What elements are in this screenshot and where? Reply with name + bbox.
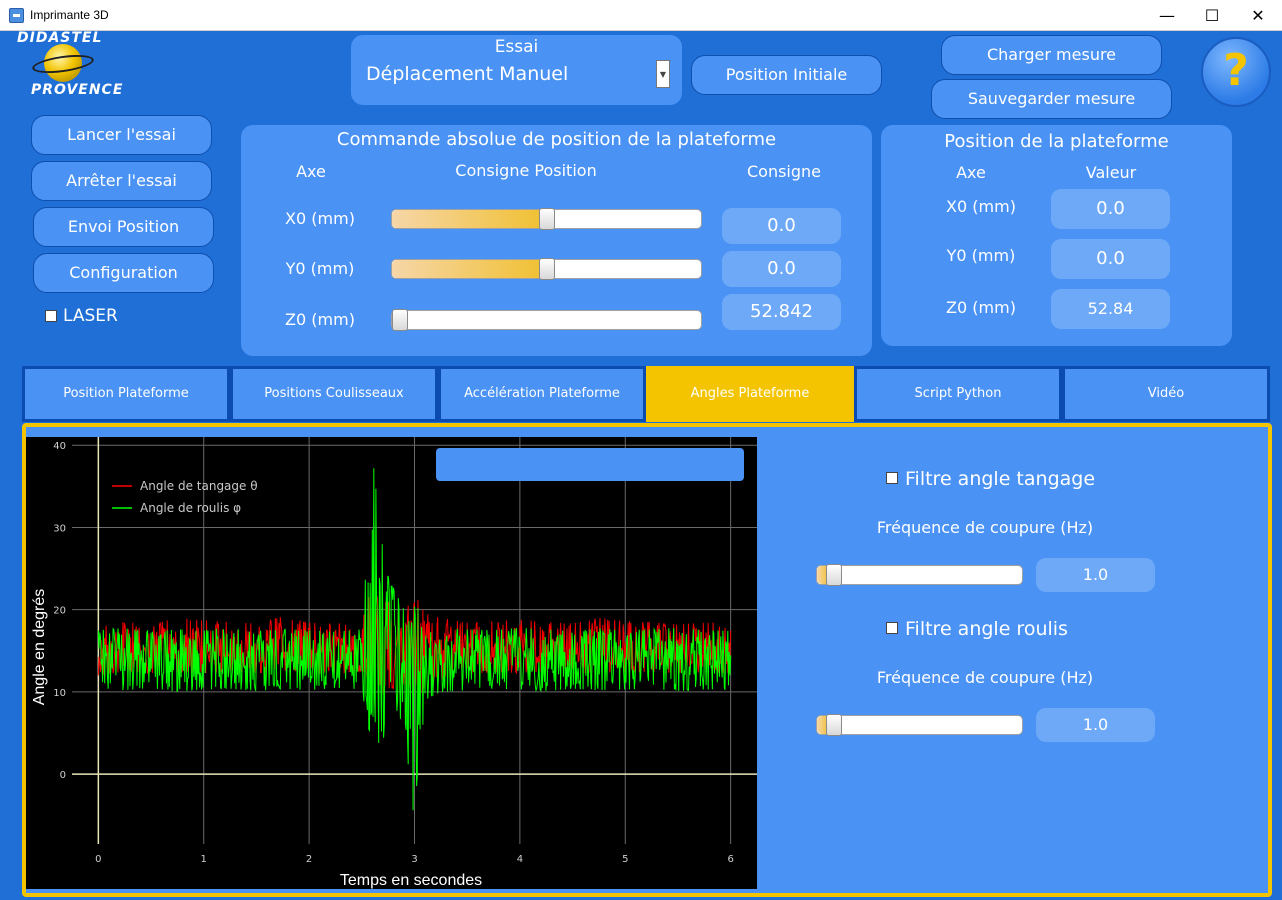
essai-select-value[interactable]: Déplacement Manuel [366,63,568,85]
commande-col-axe: Axe [296,162,326,181]
angles-chart-svg: 0 1 2 3 4 5 6 0 10 20 30 40 Angle de tangage θ Angle … [31,437,757,889]
tangage-frequence-label: Fréquence de coupure (Hz) [876,518,1094,537]
y-tick-label: 30 [53,523,66,534]
x-tick-label: 2 [306,854,312,865]
tangage-slider-handle[interactable] [826,564,842,586]
roulis-frequence-value[interactable]: 1.0 [1036,708,1155,742]
legend-label: Angle de tangage θ [140,479,258,493]
tab-script-python[interactable]: Script Python [854,366,1062,422]
pos-z0-value: 52.84 [1051,289,1170,329]
pos-x0-label: X0 (mm) [946,197,1016,216]
roulis-slider-handle[interactable] [826,714,842,736]
y0-slider-handle[interactable] [539,258,555,280]
didastel-logo: DIDASTEL PROVENCE [14,30,134,102]
envoi-position-button[interactable]: Envoi Position [33,207,214,247]
tangage-frequence-value[interactable]: 1.0 [1036,558,1155,592]
sauvegarder-mesure-button[interactable]: Sauvegarder mesure [931,79,1172,119]
roulis-frequence-slider[interactable] [816,714,1023,736]
tab-position-plateforme[interactable]: Position Plateforme [22,366,230,422]
chevron-down-icon[interactable]: ▼ [656,60,670,88]
angles-chart: 0 1 2 3 4 5 6 0 10 20 30 40 Angle de tangage θ Angle … [26,437,757,889]
arreter-essai-button[interactable]: Arrêter l'essai [31,161,212,201]
tab-acceleration-plateforme[interactable]: Accélération Plateforme [438,366,646,422]
laser-label: LASER [63,306,118,326]
y0-label: Y0 (mm) [285,259,355,278]
pos-y0-value: 0.0 [1051,239,1170,279]
position-panel: Position de la plateforme Axe Valeur X0 … [881,125,1232,346]
position-initiale-button[interactable]: Position Initiale [691,55,882,95]
commande-col-consigne: Consigne [746,162,822,181]
tab-video[interactable]: Vidéo [1062,366,1270,422]
pos-z0-label: Z0 (mm) [946,298,1016,317]
charger-mesure-button[interactable]: Charger mesure [941,35,1162,75]
tab-angles-plateforme[interactable]: Angles Plateforme [646,366,854,422]
x0-slider[interactable] [391,208,702,230]
x-tick-label: 4 [517,854,523,865]
filtre-roulis-label: Filtre angle roulis [905,618,1068,640]
legend-label: Angle de roulis φ [140,501,241,515]
essai-panel: Essai Déplacement Manuel ▼ [351,35,682,105]
pos-x0-value: 0.0 [1051,189,1170,229]
commande-title: Commande absolue de position de la plate… [336,129,777,150]
position-col-axe: Axe [956,163,986,182]
x0-label: X0 (mm) [285,209,355,228]
x-axis-label: Temps en secondes [340,872,482,889]
x-tick-label: 0 [95,854,101,865]
lancer-essai-button[interactable]: Lancer l'essai [31,115,212,155]
y-axis-label: Angle en degrés [31,589,48,706]
y0-slider[interactable] [391,258,702,280]
title-bar: Imprimante 3D — ☐ ✕ [0,0,1282,31]
filtre-tangage-checkbox[interactable] [886,472,898,484]
commande-panel: Commande absolue de position de la plate… [241,125,872,356]
position-col-valeur: Valeur [1085,163,1137,182]
filtre-roulis-checkbox[interactable] [886,622,898,634]
maximize-button[interactable]: ☐ [1189,0,1235,31]
z0-slider-handle[interactable] [392,309,408,331]
x0-slider-fill [392,210,547,228]
filtre-tangage-label: Filtre angle tangage [905,468,1096,490]
x-tick-label: 5 [622,854,628,865]
help-button[interactable]: ? [1201,37,1271,107]
pos-y0-label: Y0 (mm) [946,246,1016,265]
configuration-button[interactable]: Configuration [33,253,214,293]
x-tick-label: 3 [411,854,417,865]
y-tick-label: 0 [60,770,66,781]
app-icon [9,8,24,23]
tangage-frequence-slider[interactable] [816,564,1023,586]
x-tick-label: 6 [727,854,733,865]
x0-consigne-value[interactable]: 0.0 [722,208,841,244]
x0-slider-handle[interactable] [539,208,555,230]
y0-slider-fill [392,260,547,278]
position-title: Position de la plateforme [944,131,1169,152]
logo-bottom-text: PROVENCE [31,82,124,98]
y-tick-label: 20 [53,606,66,617]
window-title: Imprimante 3D [30,8,109,22]
chart-label-box [436,448,744,481]
laser-checkbox[interactable] [45,310,57,322]
close-button[interactable]: ✕ [1235,0,1281,31]
z0-consigne-value[interactable]: 52.842 [722,294,841,330]
roulis-frequence-label: Fréquence de coupure (Hz) [876,668,1094,687]
essai-title: Essai [494,37,539,57]
minimize-button[interactable]: — [1144,0,1190,31]
commande-col-consigne-position: Consigne Position [455,161,597,180]
y-tick-label: 10 [53,688,66,699]
x-tick-label: 1 [201,854,207,865]
tab-positions-coulisseaux[interactable]: Positions Coulisseaux [230,366,438,422]
y-tick-label: 40 [53,441,66,452]
z0-slider[interactable] [391,309,702,331]
z0-label: Z0 (mm) [285,310,355,329]
y0-consigne-value[interactable]: 0.0 [722,251,841,287]
